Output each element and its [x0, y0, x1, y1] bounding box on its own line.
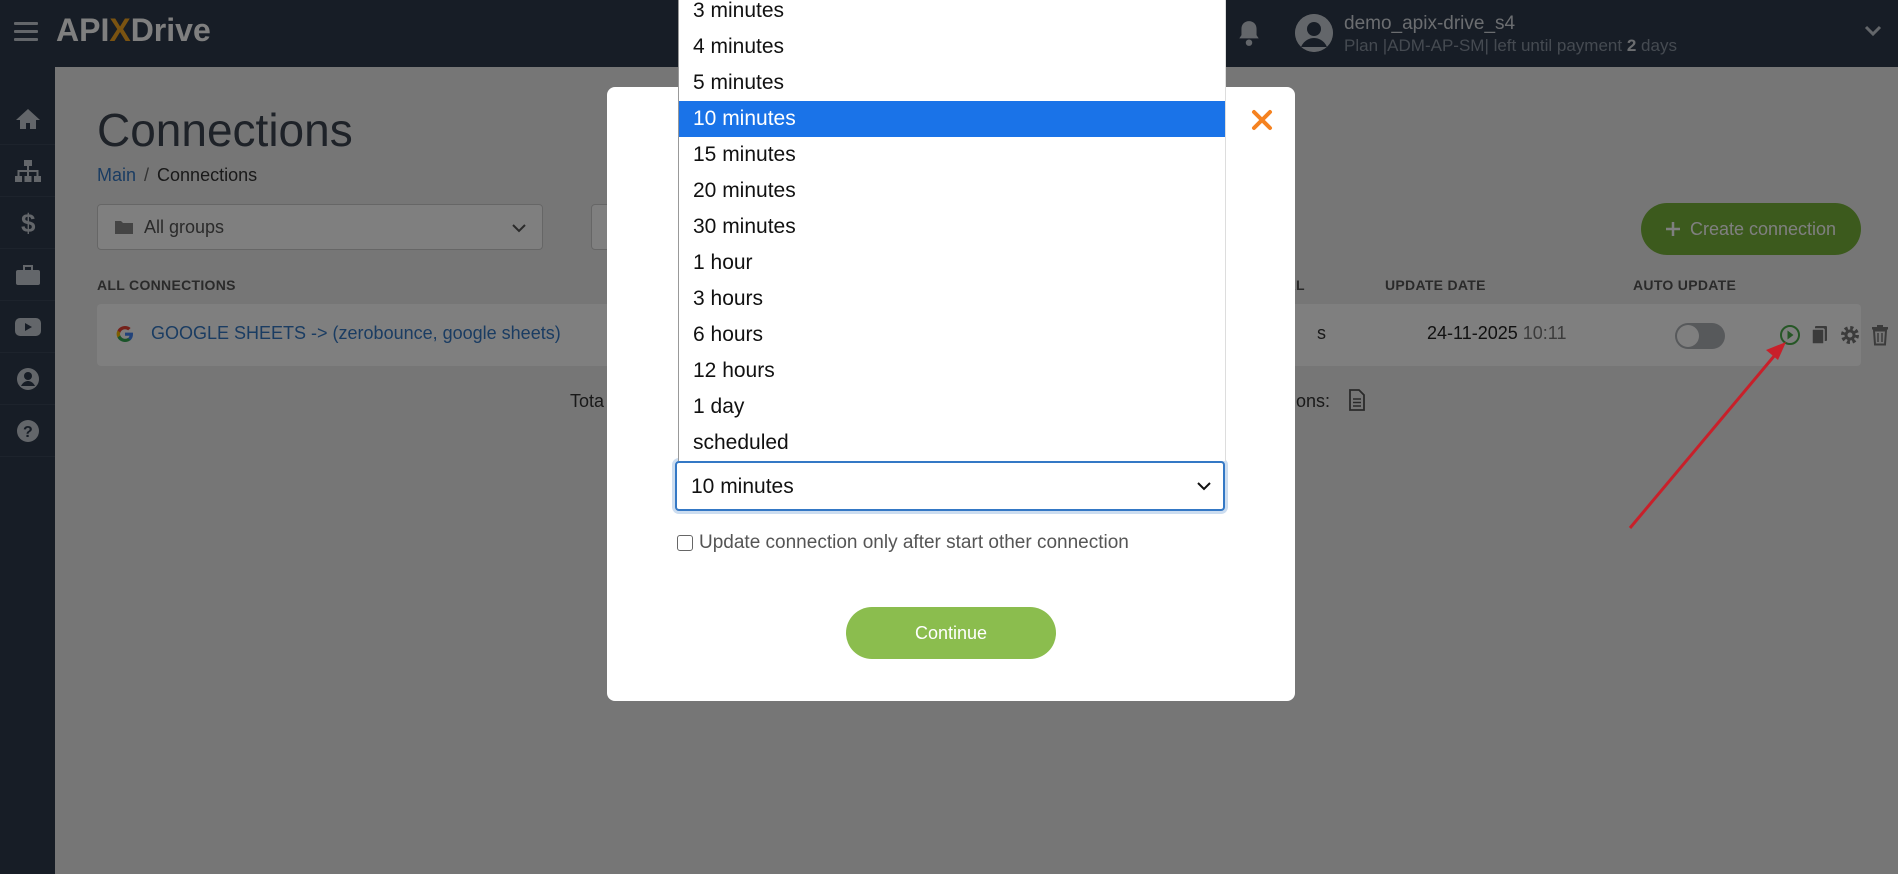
interval-option[interactable]: 1 day — [679, 389, 1225, 425]
update-interval-value: 10 minutes — [691, 475, 794, 498]
interval-option[interactable]: 20 minutes — [679, 173, 1225, 209]
start-after-checkbox-label[interactable]: Update connection only after start other… — [699, 532, 1129, 554]
update-interval-select[interactable]: 10 minutes — [675, 461, 1225, 511]
chevron-down-icon — [1197, 482, 1211, 491]
interval-option[interactable]: 30 minutes — [679, 209, 1225, 245]
interval-option[interactable]: 1 hour — [679, 245, 1225, 281]
continue-button[interactable]: Continue — [846, 607, 1056, 659]
interval-option[interactable]: 3 minutes — [679, 0, 1225, 29]
interval-option[interactable]: 4 minutes — [679, 29, 1225, 65]
interval-option[interactable]: 6 hours — [679, 317, 1225, 353]
interval-option[interactable]: 3 hours — [679, 281, 1225, 317]
interval-option[interactable]: 15 minutes — [679, 137, 1225, 173]
interval-option[interactable]: 12 hours — [679, 353, 1225, 389]
interval-options-list: 3 minutes 4 minutes 5 minutes 10 minutes… — [678, 0, 1226, 461]
interval-option[interactable]: 5 minutes — [679, 65, 1225, 101]
close-icon[interactable] — [1249, 107, 1275, 133]
start-after-checkbox[interactable] — [677, 535, 693, 551]
interval-option[interactable]: scheduled — [679, 425, 1225, 461]
interval-option-selected[interactable]: 10 minutes — [679, 101, 1225, 137]
start-after-checkbox-row[interactable]: Update connection only after start other… — [677, 532, 1129, 554]
